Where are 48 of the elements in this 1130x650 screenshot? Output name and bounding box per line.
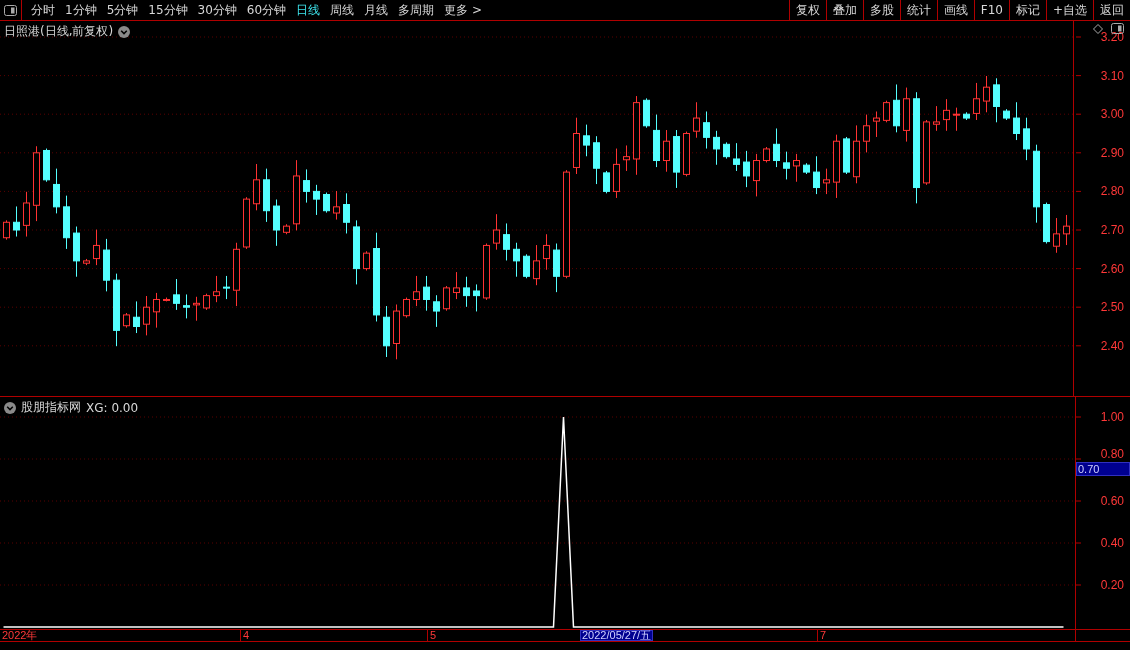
chevron-icon[interactable]: [4, 401, 16, 414]
period-tab[interactable]: 30分钟: [192, 1, 242, 19]
period-tab[interactable]: 1分钟: [60, 1, 102, 19]
indicator-axis-label: 0.40: [1100, 536, 1124, 550]
price-axis-label: 2.80: [1100, 184, 1124, 199]
date-axis-label: 2022年: [1, 630, 39, 641]
toolbar-button[interactable]: 标记: [1008, 0, 1046, 20]
chevron-icon[interactable]: [118, 25, 131, 38]
series-name: XG: [86, 400, 104, 415]
period-tab[interactable]: 多周期: [393, 1, 440, 19]
diamond-icon[interactable]: [1093, 23, 1103, 34]
price-axis-label: 2.60: [1100, 261, 1124, 276]
chart-title: 日照港(日线,前复权): [4, 23, 114, 40]
panel-toggle-icon[interactable]: [4, 4, 17, 16]
period-tab[interactable]: 15分钟: [143, 1, 193, 19]
price-axis-label: 3.10: [1100, 68, 1124, 83]
price-axis-label: 2.40: [1100, 338, 1124, 353]
indicator-axis-label: 1.00: [1100, 410, 1124, 424]
toolbar-button[interactable]: F10: [973, 0, 1009, 20]
period-tab[interactable]: 月线: [359, 1, 394, 19]
toolbar-button[interactable]: 复权: [788, 0, 826, 20]
crosshair-date-label: 2022/05/27/五: [580, 630, 654, 641]
indicator-reading: : 0.00: [103, 400, 139, 415]
period-tab[interactable]: 60分钟: [241, 1, 292, 19]
toolbar-button[interactable]: 画线: [936, 0, 974, 20]
toolbar-button[interactable]: 多股: [862, 0, 900, 20]
period-tab[interactable]: 周线: [325, 1, 360, 19]
period-tab[interactable]: 日线: [291, 1, 326, 19]
price-axis-label: 3.20: [1100, 30, 1124, 44]
period-tab[interactable]: 5分钟: [101, 1, 144, 19]
indicator-name: 股朋指标网: [21, 399, 81, 416]
indicator-axis-label: 0.60: [1100, 494, 1124, 508]
date-axis-label: 4: [240, 630, 427, 641]
indicator-axis-label: 0.80: [1100, 447, 1124, 461]
price-axis-label: 2.70: [1100, 223, 1124, 237]
toolbar-button[interactable]: 返回: [1093, 0, 1130, 20]
crosshair-value-label: 0.70: [1076, 462, 1130, 476]
date-axis-label: 7: [817, 630, 1075, 641]
price-axis-label: 3.00: [1100, 107, 1124, 122]
panel-toggle-icon[interactable]: [1111, 23, 1124, 34]
price-axis-label: 2.90: [1100, 145, 1124, 160]
toolbar-button[interactable]: 统计: [899, 0, 937, 20]
price-axis-label: 2.50: [1100, 300, 1124, 315]
indicator-axis-label: 0.20: [1100, 578, 1124, 592]
period-tab[interactable]: 更多 >: [439, 1, 487, 19]
period-tab[interactable]: 分时: [26, 1, 60, 19]
toolbar-button[interactable]: 叠加: [825, 0, 863, 20]
toolbar-button[interactable]: +自选: [1045, 0, 1093, 20]
